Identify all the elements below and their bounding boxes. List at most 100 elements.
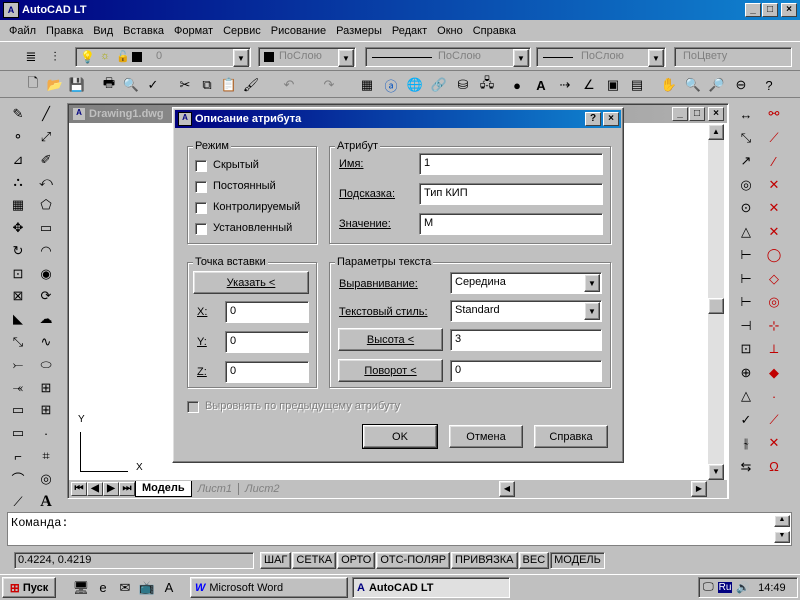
next-tab-icon[interactable]: ▶ (103, 482, 119, 496)
z-input[interactable]: 0 (225, 361, 309, 383)
mtext-icon[interactable]: A (35, 491, 57, 513)
rotate-icon[interactable]: ↻ (7, 240, 29, 262)
paste-icon[interactable]: 📋 (218, 74, 240, 96)
snap-intersection-icon[interactable]: ⁄ (763, 150, 785, 172)
mode-checkbox-0[interactable] (195, 160, 207, 172)
y-input[interactable]: 0 (225, 331, 309, 353)
menu-item-5[interactable]: Сервис (218, 25, 266, 37)
arc-tool-icon[interactable]: ⤺ (35, 171, 57, 193)
publish-icon[interactable]: ⛁ (452, 74, 474, 96)
snap-node-icon[interactable]: ◆ (763, 362, 785, 384)
monitor-icon[interactable]: 🖵 (703, 581, 714, 594)
extend-icon[interactable]: ⤚ (7, 354, 29, 376)
properties-icon[interactable]: ▣ (602, 74, 624, 96)
dimension-icon[interactable]: ⇢ (554, 74, 576, 96)
rectangle-icon[interactable]: ▭ (35, 217, 57, 239)
value-input[interactable]: М (419, 213, 603, 235)
save-icon[interactable]: 💾 (66, 74, 88, 96)
height-button[interactable]: Высота < (338, 328, 443, 351)
quick-dim-icon[interactable]: ⊢ (735, 244, 757, 266)
stretch-icon[interactable]: ⊠ (7, 285, 29, 307)
snap-none-icon[interactable]: ⟋ (763, 409, 785, 431)
break-icon[interactable]: ⤛ (7, 377, 29, 399)
close-button[interactable]: × (781, 3, 797, 17)
offset-icon[interactable]: ⛬ (7, 171, 29, 193)
array-icon[interactable]: ▦ (7, 194, 29, 216)
name-input[interactable]: 1 (419, 153, 603, 175)
diameter-dim-icon[interactable]: ⊙ (735, 197, 757, 219)
snap-extension-icon[interactable]: ✕ (763, 197, 785, 219)
drawing-minimize-button[interactable]: _ (672, 107, 688, 121)
text-style-select[interactable]: Standard ▼ (450, 300, 602, 322)
rotation-button[interactable]: Поворот < (338, 359, 443, 382)
menu-item-10[interactable]: Справка (468, 25, 521, 37)
cloud-icon[interactable]: ☁ (35, 308, 57, 330)
join-icon[interactable]: ▭ (7, 422, 29, 444)
continue-dim-icon[interactable]: ⊢ (735, 291, 757, 313)
linear-dim-icon[interactable]: ↔ (735, 103, 757, 125)
status-toggle-2[interactable]: ОРТО (337, 551, 376, 569)
scroll-up-icon[interactable]: ▲ (708, 124, 724, 140)
scroll-thumb[interactable] (708, 298, 724, 314)
menu-item-3[interactable]: Вставка (118, 25, 169, 37)
lengthen-icon[interactable]: ◣ (7, 308, 29, 330)
construction-line-icon[interactable]: ⤢ (35, 126, 57, 148)
vertical-scrollbar[interactable]: ▲ ▼ (708, 124, 724, 480)
hatch-icon[interactable]: ⌗ (35, 445, 57, 467)
speaker-icon[interactable]: 🔊 (736, 581, 750, 594)
channels-icon[interactable]: 📺 (136, 577, 158, 599)
line-icon[interactable]: ╱ (35, 103, 57, 125)
height-input[interactable]: 3 (450, 329, 602, 351)
cancel-button[interactable]: Отмена (449, 425, 523, 448)
last-tab-icon[interactable]: ⏭ (119, 482, 135, 496)
copy-icon[interactable]: ⧉ (196, 74, 218, 96)
aligned-dim-icon[interactable]: ⤡ (735, 127, 757, 149)
preview-icon[interactable]: 🔍 (120, 74, 142, 96)
status-toggle-6[interactable]: МОДЕЛЬ (550, 551, 605, 569)
arc-icon[interactable]: ◠ (35, 240, 57, 262)
move-icon[interactable]: ✥ (7, 217, 29, 239)
mode-checkbox-2[interactable] (195, 202, 207, 214)
command-scroll-down-icon[interactable]: ▼ (774, 531, 790, 543)
chevron-down-icon[interactable]: ▼ (233, 49, 249, 67)
scroll-left-icon[interactable]: ◀ (499, 481, 515, 497)
task-autocad[interactable]: A AutoCAD LT (352, 577, 510, 598)
pan-icon[interactable]: ✋ (658, 74, 680, 96)
tab-layout1[interactable]: Лист1 (192, 483, 240, 495)
zoom-realtime-icon[interactable]: 🔍 (682, 74, 704, 96)
tab-layout2[interactable]: Лист2 (239, 483, 285, 495)
command-window[interactable]: Команда: ▲ ▼ (7, 512, 792, 546)
region-icon[interactable]: ◎ (35, 468, 57, 490)
ie-icon[interactable]: e (92, 577, 114, 599)
dim-update-icon[interactable]: ⫳ (735, 432, 757, 454)
app-title-bar[interactable]: A AutoCAD LT _ □ × (0, 0, 800, 20)
point-icon[interactable]: ● (506, 74, 528, 96)
drawing-close-button[interactable]: × (708, 107, 724, 121)
desktop-icon[interactable]: 🖥 (70, 577, 92, 599)
drawing-maximize-button[interactable]: □ (689, 107, 705, 121)
menu-item-6[interactable]: Рисование (266, 25, 331, 37)
start-button[interactable]: ⊞ Пуск (2, 577, 56, 598)
snap-perpendicular-icon[interactable]: ◎ (763, 291, 785, 313)
prompt-input[interactable]: Тип КИП (419, 183, 603, 205)
center-mark-icon[interactable]: ⊕ (735, 362, 757, 384)
angular-dim-icon[interactable]: △ (735, 221, 757, 243)
task-word[interactable]: W Microsoft Word (190, 577, 348, 598)
language-indicator[interactable]: Ru (717, 582, 733, 593)
rotation-input[interactable]: 0 (450, 360, 602, 382)
layer-manager-icon[interactable]: ≣ (20, 46, 42, 68)
menu-item-2[interactable]: Вид (88, 25, 118, 37)
menu-item-1[interactable]: Правка (41, 25, 88, 37)
spell-icon[interactable]: ✓ (142, 74, 164, 96)
mode-checkbox-3[interactable] (195, 223, 207, 235)
trim-icon[interactable]: ⤡ (7, 331, 29, 353)
scale-icon[interactable]: ⊡ (7, 263, 29, 285)
x-input[interactable]: 0 (225, 301, 309, 323)
minimize-button[interactable]: _ (745, 3, 761, 17)
link-icon[interactable]: 🔗 (428, 74, 450, 96)
globe-icon[interactable]: 🌐 (404, 74, 426, 96)
status-toggle-4[interactable]: ПРИВЯЗКА (451, 551, 518, 569)
design-center-icon[interactable]: ▦ (356, 74, 378, 96)
tolerance-icon[interactable]: ⊡ (735, 338, 757, 360)
open-icon[interactable]: 📂 (44, 74, 66, 96)
